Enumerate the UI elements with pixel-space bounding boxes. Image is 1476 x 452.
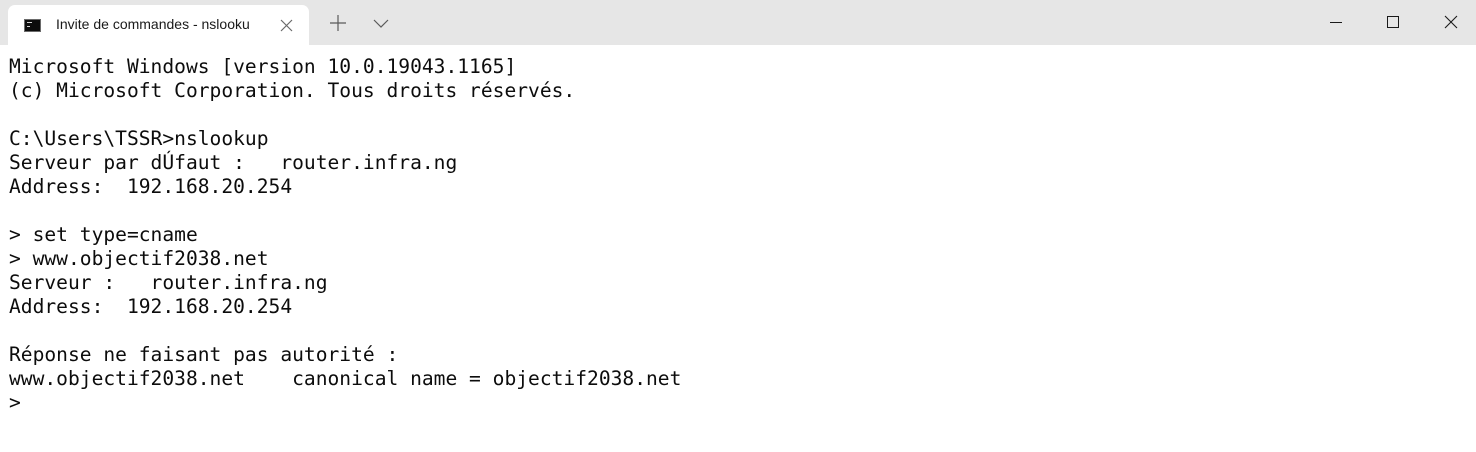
console-line: Serveur par dÚfaut : router.infra.ng <box>9 151 458 174</box>
console-line: Address: 192.168.20.254 <box>9 175 293 198</box>
tab-command-prompt[interactable]: Invite de commandes - nslooku <box>8 5 309 45</box>
console-line: www.objectif2038.net canonical name = ob… <box>9 367 682 390</box>
tab-title: Invite de commandes - nslooku <box>56 16 250 32</box>
chevron-down-icon <box>373 19 389 28</box>
console-line: Microsoft Windows [version 10.0.19043.11… <box>9 55 517 78</box>
console-output[interactable]: Microsoft Windows [version 10.0.19043.11… <box>9 55 1469 445</box>
console-prompt[interactable]: > <box>9 391 1469 415</box>
close-window-button[interactable] <box>1422 0 1476 45</box>
maximize-icon <box>1387 16 1399 28</box>
tab-dropdown-button[interactable] <box>372 16 390 30</box>
console-line: Serveur : router.infra.ng <box>9 271 328 294</box>
tab-close-button[interactable] <box>278 17 295 34</box>
console-line: (c) Microsoft Corporation. Tous droits r… <box>9 79 576 102</box>
console-line: Address: 192.168.20.254 <box>9 295 293 318</box>
maximize-button[interactable] <box>1364 0 1422 45</box>
console-line: Réponse ne faisant pas autorité : <box>9 343 399 366</box>
minimize-button[interactable] <box>1307 0 1365 45</box>
console-line: > www.objectif2038.net <box>9 247 269 270</box>
close-icon <box>280 19 293 32</box>
console-line: > set type=cname <box>9 223 198 246</box>
minimize-icon <box>1330 22 1342 23</box>
terminal-window: Invite de commandes - nslooku Microsoft … <box>0 0 1476 452</box>
plus-icon <box>330 15 346 31</box>
cmd-icon <box>24 19 41 32</box>
close-icon <box>1444 15 1458 29</box>
title-bar[interactable]: Invite de commandes - nslooku <box>0 0 1476 45</box>
new-tab-button[interactable] <box>329 14 347 32</box>
console-line: C:\Users\TSSR>nslookup <box>9 127 269 150</box>
